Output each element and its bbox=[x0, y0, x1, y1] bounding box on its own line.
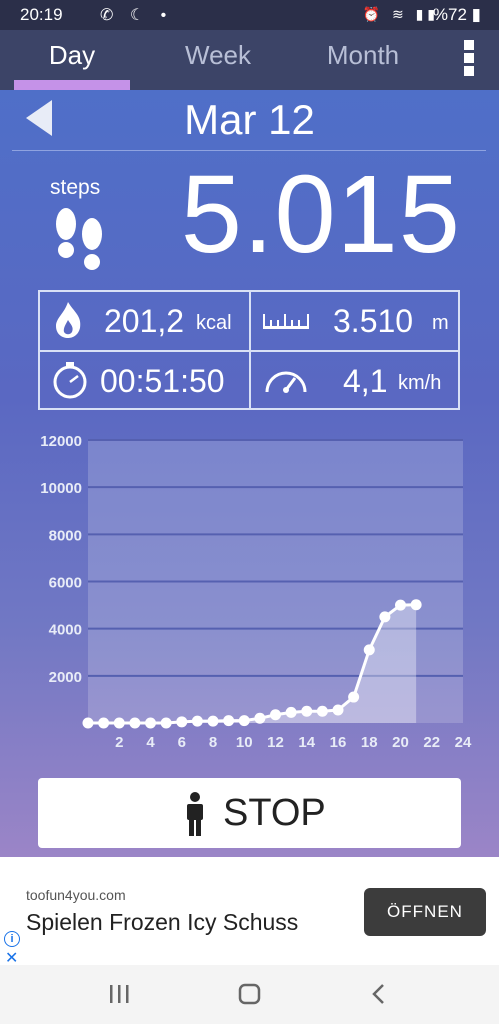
tab-week[interactable]: Week bbox=[160, 40, 276, 71]
data-point bbox=[332, 704, 344, 716]
x-tick-label: 2 bbox=[115, 734, 123, 751]
ad-banner[interactable]: toofun4you.com Spielen Frozen Icy Schuss… bbox=[0, 857, 499, 967]
ad-open-button[interactable]: ÖFFNEN bbox=[364, 888, 486, 936]
data-point bbox=[113, 717, 125, 729]
speedometer-icon bbox=[265, 371, 307, 393]
distance-unit: m bbox=[432, 312, 449, 334]
y-tick-label: 8000 bbox=[49, 527, 82, 544]
data-point bbox=[238, 715, 250, 727]
stop-button[interactable]: STOP bbox=[38, 778, 461, 848]
battery-indicator: %72 ▮ bbox=[432, 5, 481, 24]
data-point bbox=[145, 717, 156, 729]
y-tick-label: 6000 bbox=[49, 575, 82, 592]
date-row: Mar 12 bbox=[0, 90, 499, 150]
data-point bbox=[270, 709, 281, 721]
home-icon[interactable] bbox=[236, 979, 264, 1009]
duration-value: 00:51:50 bbox=[100, 363, 225, 399]
x-tick-label: 12 bbox=[267, 734, 284, 751]
system-icons: ⏰ ≋ ▮▮ bbox=[362, 6, 439, 22]
x-tick-label: 20 bbox=[392, 734, 409, 751]
steps-count: 5.015 bbox=[180, 153, 461, 276]
data-point bbox=[348, 691, 360, 703]
data-point bbox=[176, 716, 188, 728]
divider bbox=[12, 150, 486, 151]
data-point bbox=[395, 599, 406, 611]
person-icon bbox=[187, 792, 203, 836]
footprints-icon bbox=[56, 208, 102, 270]
stopwatch-icon bbox=[53, 362, 87, 399]
x-tick-label: 14 bbox=[298, 734, 315, 751]
x-tick-label: 8 bbox=[209, 734, 217, 751]
data-point bbox=[191, 715, 203, 727]
data-point bbox=[363, 644, 375, 656]
speed-value: 4,1 bbox=[343, 363, 388, 399]
data-point bbox=[254, 712, 266, 724]
y-tick-label: 2000 bbox=[49, 669, 82, 686]
tab-day[interactable]: Day bbox=[14, 40, 130, 71]
distance-stat: 3.510 m bbox=[251, 292, 460, 350]
speed-stat: 4,1 km/h bbox=[251, 352, 460, 410]
data-point bbox=[379, 611, 391, 623]
status-time: 20:19 bbox=[20, 5, 63, 24]
calories-unit: kcal bbox=[196, 312, 232, 334]
tab-month[interactable]: Month bbox=[305, 40, 421, 71]
x-tick-label: 16 bbox=[330, 734, 347, 751]
data-point bbox=[98, 717, 110, 729]
ad-headline[interactable]: Spielen Frozen Icy Schuss bbox=[26, 909, 298, 936]
ad-info-icon[interactable]: i bbox=[4, 931, 20, 947]
data-point bbox=[129, 717, 141, 729]
distance-value: 3.510 bbox=[333, 303, 414, 339]
calories-stat: 201,2 kcal bbox=[40, 292, 249, 350]
speed-unit: km/h bbox=[398, 372, 442, 394]
y-tick-label: 4000 bbox=[49, 622, 82, 639]
data-point bbox=[207, 715, 219, 727]
x-tick-label: 18 bbox=[361, 734, 378, 751]
back-icon[interactable] bbox=[366, 979, 392, 1009]
x-tick-label: 4 bbox=[146, 734, 155, 751]
status-bar: 20:19 ✆ ☾ • ⏰ ≋ ▮▮ %72 ▮ bbox=[0, 0, 499, 30]
data-point bbox=[160, 717, 172, 729]
notification-icons: ✆ ☾ • bbox=[100, 7, 173, 24]
calories-value: 201,2 bbox=[104, 303, 185, 339]
ruler-icon bbox=[263, 314, 309, 329]
stop-button-label: STOP bbox=[223, 792, 326, 834]
overflow-menu-icon[interactable] bbox=[459, 40, 479, 76]
flame-icon bbox=[56, 302, 81, 338]
recent-apps-icon[interactable] bbox=[106, 979, 132, 1009]
data-point bbox=[410, 599, 422, 611]
main-panel: Mar 12 steps 5.015 201,2 kcal 3.510 m 00… bbox=[0, 90, 499, 857]
active-tab-indicator bbox=[14, 80, 130, 90]
data-point bbox=[316, 705, 328, 717]
y-tick-label: 12000 bbox=[40, 435, 82, 450]
steps-label: steps bbox=[50, 176, 101, 199]
data-point bbox=[301, 705, 313, 717]
steps-chart-svg: 200040006000800010000120002 4 6 8 10 12 14 16 18… bbox=[40, 433, 472, 751]
stats-grid: 201,2 kcal 3.510 m 00:51:50 4,1 km/h bbox=[38, 290, 460, 410]
data-point bbox=[285, 706, 297, 718]
x-tick-label: 24 bbox=[455, 734, 472, 751]
data-point bbox=[223, 715, 235, 727]
ad-domain: toofun4you.com bbox=[26, 887, 126, 903]
duration-stat: 00:51:50 bbox=[40, 352, 249, 410]
system-nav-bar bbox=[0, 965, 499, 1024]
x-tick-label: 6 bbox=[178, 734, 186, 751]
date-title: Mar 12 bbox=[184, 96, 315, 143]
y-tick-label: 10000 bbox=[40, 480, 82, 497]
steps-chart: 2000 4000 6000 8000 10000 12000 2 4 6 8 10 12 14 16 18… bbox=[0, 433, 499, 765]
x-tick-label: 22 bbox=[423, 734, 440, 751]
data-point bbox=[82, 717, 94, 729]
x-tick-label: 10 bbox=[236, 734, 253, 751]
